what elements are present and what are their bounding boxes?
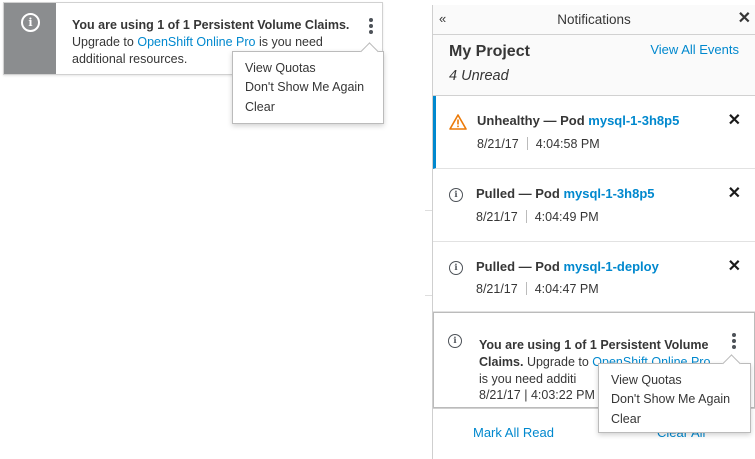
drawer-title: Notifications	[557, 12, 631, 27]
pod-link[interactable]: mysql-1-3h8p5	[588, 113, 679, 128]
info-circle-icon: i	[448, 334, 462, 348]
toast-upgrade-prefix: Upgrade to	[72, 35, 134, 49]
dont-show-again-menu-item[interactable]: Don't Show Me Again	[245, 80, 364, 94]
notification-time: 4:04:47 PM	[534, 282, 599, 296]
notification-time: 4:03:22 PM	[530, 388, 595, 402]
notification-date: 8/21/17	[477, 137, 519, 151]
project-name: My Project	[449, 43, 530, 60]
notification-item[interactable]: i Pulled — Pod mysql-1-3h8p5 8/21/17 4:04…	[433, 169, 755, 242]
notification-timestamp: 8/21/17 4:04:47 PM	[476, 282, 599, 296]
notification-message: Pulled — Pod mysql-1-3h8p5	[476, 186, 655, 201]
pod-link[interactable]: mysql-1-3h8p5	[563, 186, 654, 201]
timestamp-separator: |	[524, 388, 528, 402]
notification-message: Pulled — Pod mysql-1-deploy	[476, 259, 659, 274]
toast-message-bold: You are using 1 of 1 Persistent Volume C…	[72, 18, 350, 32]
dismiss-notification-close-icon[interactable]: ✕	[728, 183, 741, 203]
notification-date: 8/21/17	[476, 282, 518, 296]
notification-date: 8/21/17	[479, 388, 521, 402]
background-divider	[425, 295, 432, 296]
clear-menu-item[interactable]: Clear	[245, 100, 275, 114]
quota-notification-timestamp: 8/21/17 | 4:03:22 PM	[479, 388, 595, 402]
quota-upgrade-suffix: is you need additi	[479, 372, 577, 386]
notification-dash: —	[518, 186, 532, 201]
warning-triangle-icon	[449, 114, 467, 130]
unread-count: 4 Unread	[449, 68, 509, 84]
notification-time: 4:04:49 PM	[534, 210, 599, 224]
notification-dash: —	[518, 259, 532, 274]
dismiss-notification-close-icon[interactable]: ✕	[728, 110, 741, 130]
mark-all-read-button[interactable]: Mark All Read	[473, 425, 554, 440]
notification-status: Unhealthy	[477, 113, 540, 128]
view-all-events-link[interactable]: View All Events	[650, 42, 739, 57]
drawer-title-bar: « Notifications ✕	[433, 5, 755, 35]
notification-item[interactable]: i Pulled — Pod mysql-1-deploy 8/21/17 4:0…	[433, 242, 755, 312]
collapse-icon[interactable]: «	[439, 5, 446, 33]
quota-upgrade-prefix: Upgrade to	[526, 355, 589, 369]
close-icon[interactable]: ✕	[738, 5, 751, 33]
quota-kebab-menu-icon[interactable]	[731, 333, 737, 349]
background-divider	[425, 210, 432, 211]
notification-status: Pulled	[476, 186, 516, 201]
info-circle-icon: i	[21, 13, 40, 32]
view-quotas-menu-item[interactable]: View Quotas	[245, 61, 316, 75]
info-circle-icon: i	[449, 261, 463, 275]
toast-actions-menu: View Quotas Don't Show Me Again Clear	[232, 42, 384, 124]
clear-menu-item[interactable]: Clear	[611, 412, 641, 426]
notification-time: 4:04:58 PM	[535, 137, 600, 151]
dont-show-again-menu-item[interactable]: Don't Show Me Again	[611, 392, 730, 406]
notification-dash: —	[543, 113, 557, 128]
notification-date: 8/21/17	[476, 210, 518, 224]
openshift-pro-link[interactable]: OpenShift Online Pro	[137, 35, 255, 49]
notification-status: Pulled	[476, 259, 516, 274]
pod-link[interactable]: mysql-1-deploy	[563, 259, 658, 274]
info-circle-icon: i	[449, 188, 463, 202]
notification-kind: Pod	[560, 113, 585, 128]
notification-kind: Pod	[535, 186, 560, 201]
notification-timestamp: 8/21/17 4:04:49 PM	[476, 210, 599, 224]
toast-icon-panel: i	[4, 3, 56, 74]
quota-actions-menu: View Quotas Don't Show Me Again Clear	[598, 354, 751, 433]
view-quotas-menu-item[interactable]: View Quotas	[611, 373, 682, 387]
project-header[interactable]: My Project 4 Unread View All Events	[433, 35, 755, 96]
notification-item[interactable]: Unhealthy — Pod mysql-1-3h8p5 8/21/17 4:0…	[433, 96, 755, 169]
toast-kebab-menu-icon[interactable]	[368, 18, 374, 34]
notification-timestamp: 8/21/17 4:04:58 PM	[477, 137, 600, 151]
notification-message: Unhealthy — Pod mysql-1-3h8p5	[477, 113, 679, 128]
dismiss-notification-close-icon[interactable]: ✕	[728, 256, 741, 276]
notification-kind: Pod	[535, 259, 560, 274]
